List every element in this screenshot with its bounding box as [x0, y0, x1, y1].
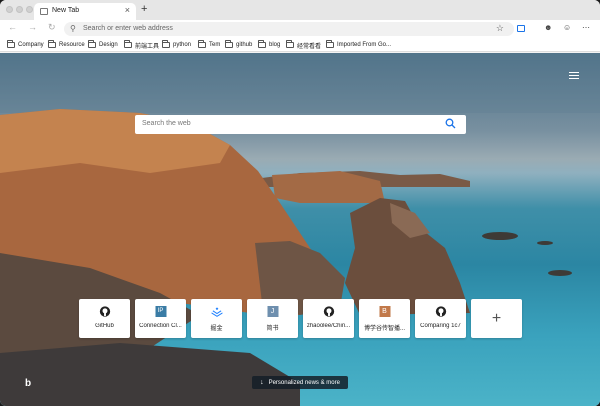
bookmark-folder[interactable]: Imported From Go... — [326, 40, 391, 50]
new-tab-page: Search the web GitHub IP Connection Cl..… — [0, 53, 600, 406]
profile-icon[interactable]: ☻ — [544, 23, 552, 32]
news-label: Personalized news & more — [268, 379, 340, 386]
juejin-icon — [211, 307, 222, 317]
new-tab-button[interactable]: + — [141, 3, 147, 15]
boxuegu-icon: B — [379, 306, 390, 317]
jianshu-icon: J — [267, 306, 278, 317]
quick-link-tile[interactable]: B 博学谷传智播... — [359, 299, 410, 338]
close-window-button[interactable] — [6, 6, 13, 13]
tab-favicon-icon — [40, 8, 48, 15]
github-icon — [435, 306, 446, 317]
personalized-news-button[interactable]: ↓ Personalized news & more — [252, 376, 348, 389]
bookmark-folder[interactable]: Design — [88, 40, 118, 50]
add-quick-link-button[interactable]: + — [471, 299, 522, 338]
tile-label: Connection Cl... — [139, 323, 182, 329]
refresh-button[interactable]: ↻ — [48, 22, 56, 33]
tab-new-tab[interactable]: New Tab × — [34, 3, 136, 20]
bookmark-folder[interactable]: Resource — [48, 40, 85, 50]
tile-label: 简书 — [266, 326, 279, 332]
folder-icon — [225, 40, 233, 48]
back-button[interactable]: ← — [8, 22, 17, 32]
bing-logo-icon: b — [25, 378, 32, 389]
folder-icon — [88, 40, 96, 48]
background-image — [0, 53, 600, 406]
tile-label: Comparing 1c7 — [420, 323, 461, 329]
github-icon — [99, 306, 110, 317]
tab-title: New Tab — [52, 7, 80, 14]
quick-link-tile[interactable]: 掘金 — [191, 299, 242, 338]
address-bar[interactable]: ⚲ Search or enter web address ☆ — [64, 22, 514, 36]
bookmark-folder[interactable]: 前端工具 — [124, 40, 159, 50]
more-options-icon[interactable]: ⋯ — [582, 23, 590, 32]
folder-icon — [7, 40, 15, 48]
github-icon — [323, 306, 334, 317]
tab-close-button[interactable]: × — [125, 5, 130, 15]
tile-label: 博学谷传智播... — [363, 326, 405, 332]
folder-icon — [258, 40, 266, 48]
minimize-window-button[interactable] — [16, 6, 23, 13]
web-search-box[interactable]: Search the web — [135, 115, 466, 134]
folder-icon — [162, 40, 170, 48]
folder-icon — [124, 40, 132, 48]
tile-label: zhaoolee/Chin... — [306, 323, 351, 329]
collections-icon[interactable] — [517, 25, 525, 32]
folder-icon — [286, 40, 294, 48]
quick-link-tile[interactable]: IP Connection Cl... — [135, 299, 186, 338]
folder-icon — [198, 40, 206, 48]
favorite-star-icon[interactable]: ☆ — [496, 23, 504, 34]
bookmark-folder[interactable]: blog — [258, 40, 280, 50]
quick-link-tile[interactable]: zhaoolee/Chin... — [303, 299, 354, 338]
tile-label: GitHub — [95, 323, 114, 329]
ip-icon: IP — [155, 306, 166, 317]
folder-icon — [48, 40, 56, 48]
plus-icon: + — [491, 309, 502, 327]
bookmark-folder[interactable]: github — [225, 40, 252, 50]
web-search-input[interactable]: Search the web — [142, 120, 191, 127]
bookmarks-bar: Company Resource Design 前端工具 python Tem … — [0, 38, 600, 52]
bookmark-folder[interactable]: Company — [7, 40, 44, 50]
forward-button[interactable]: → — [28, 22, 37, 32]
toolbar: ← → ↻ ⚲ Search or enter web address ☆ ☻ … — [0, 20, 600, 38]
quick-link-tile[interactable]: Comparing 1c7 — [415, 299, 466, 338]
quick-link-tile[interactable]: J 简书 — [247, 299, 298, 338]
bookmark-folder[interactable]: python — [162, 40, 191, 50]
folder-icon — [326, 40, 334, 48]
search-icon: ⚲ — [70, 24, 76, 33]
search-icon[interactable] — [445, 118, 456, 129]
address-input[interactable]: Search or enter web address — [83, 25, 173, 32]
quick-link-tile[interactable]: GitHub — [79, 299, 130, 338]
maximize-window-button[interactable] — [26, 6, 33, 13]
bookmark-folder[interactable]: Tem — [198, 40, 220, 50]
arrow-down-icon: ↓ — [260, 379, 264, 386]
emoji-icon[interactable]: ☺ — [563, 23, 571, 32]
browser-window: New Tab × + ← → ↻ ⚲ Search or enter web … — [0, 0, 600, 406]
bookmark-folder[interactable]: 经常看看 — [286, 40, 321, 50]
page-settings-menu-icon[interactable] — [569, 72, 579, 80]
tab-strip: New Tab × + — [0, 0, 600, 20]
tile-label: 掘金 — [210, 326, 223, 332]
